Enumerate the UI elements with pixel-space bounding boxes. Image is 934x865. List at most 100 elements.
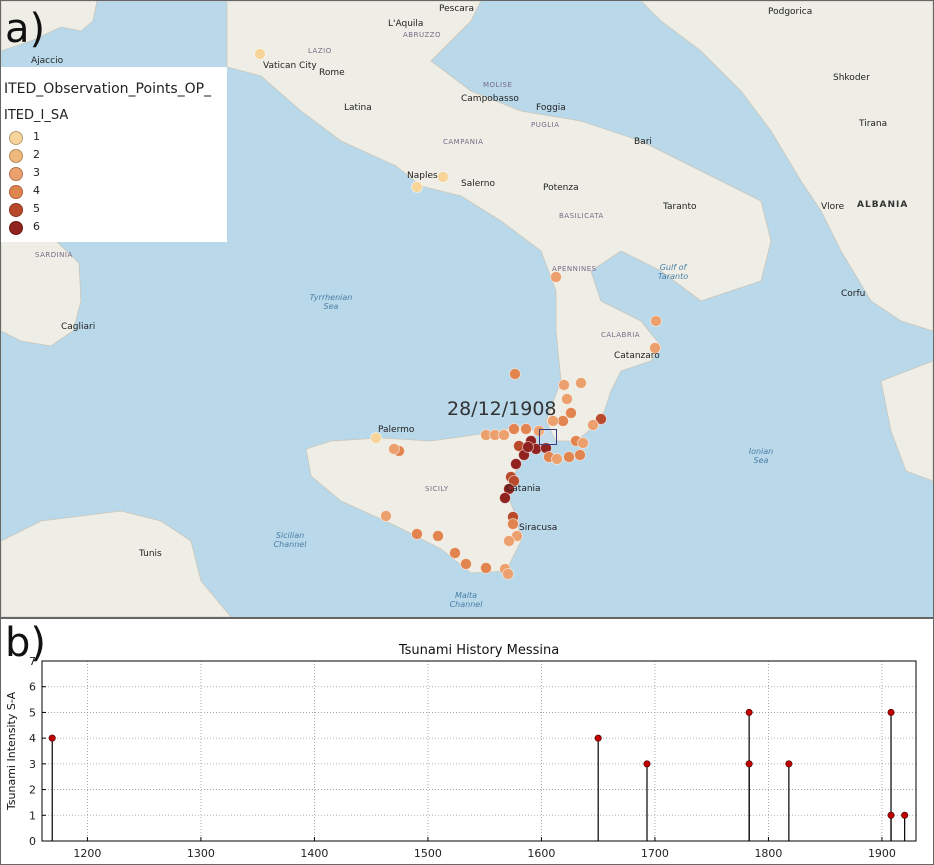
chart-title: Tsunami History Messina	[398, 643, 559, 658]
observation-point[interactable]	[510, 458, 522, 470]
legend-label-1: 1	[33, 130, 40, 143]
legend-label-4: 4	[33, 184, 40, 197]
label-laquila: L'Aquila	[388, 19, 424, 29]
y-tick-label: 1	[29, 809, 36, 822]
observation-point[interactable]	[507, 518, 519, 530]
label-calabria: CALABRIA	[601, 331, 641, 339]
observation-point[interactable]	[411, 181, 423, 193]
observation-point[interactable]	[498, 429, 510, 441]
observation-point[interactable]	[380, 510, 392, 522]
legend-swatch-1	[9, 131, 23, 145]
label-salerno: Salerno	[461, 179, 496, 189]
label-podgorica: Podgorica	[768, 7, 813, 17]
plot-frame	[41, 660, 917, 842]
stem-marker	[887, 811, 895, 819]
panel-b-label: b)	[5, 620, 46, 666]
x-tick-label: 1200	[73, 847, 101, 860]
land-greece	[880, 360, 933, 482]
stem-marker	[745, 708, 753, 716]
legend-label-3: 3	[33, 166, 40, 179]
observation-point[interactable]	[499, 492, 511, 504]
legend-swatch-3	[9, 167, 23, 181]
stem-marker	[643, 760, 651, 768]
legend-label-2: 2	[33, 148, 40, 161]
label-molise: MOLISE	[483, 81, 513, 89]
event-date-label: 28/12/1908	[447, 398, 557, 420]
label-malta-channel: Malta Channel	[449, 591, 483, 609]
y-tick-label: 5	[29, 706, 36, 719]
legend-swatch-2	[9, 149, 23, 163]
y-axis-label: Tsunami Intensity S-A	[5, 691, 18, 811]
label-abruzzo: ABRUZZO	[403, 31, 442, 39]
observation-point[interactable]	[437, 171, 449, 183]
legend-label-5: 5	[33, 202, 40, 215]
panel-a-label: a)	[5, 6, 46, 52]
label-naples: Naples	[407, 171, 438, 181]
stem-marker	[901, 811, 909, 819]
epicenter-marker[interactable]	[539, 429, 557, 445]
observation-point[interactable]	[503, 535, 515, 547]
label-gulf-taranto: Gulf of Taranto	[657, 263, 689, 281]
legend-label-6: 6	[33, 220, 40, 233]
map-panel[interactable]: Vatican City Rome Latina Naples Salerno …	[0, 0, 934, 618]
label-sardinia: SARDINIA	[35, 251, 73, 259]
observation-point[interactable]	[563, 451, 575, 463]
observation-point[interactable]	[561, 393, 573, 405]
x-tick-label: 1500	[414, 847, 442, 860]
label-siracusa: Siracusa	[519, 523, 558, 533]
y-tick-label: 0	[29, 835, 36, 848]
label-albania: ALBANIA	[857, 200, 909, 210]
observation-point[interactable]	[577, 437, 589, 449]
y-tick-label: 4	[29, 732, 36, 745]
observation-point[interactable]	[574, 449, 586, 461]
observation-point[interactable]	[480, 562, 492, 574]
observation-point[interactable]	[449, 547, 461, 559]
observation-point[interactable]	[650, 315, 662, 327]
label-corfu: Corfu	[841, 289, 866, 299]
label-ionian: Ionian Sea	[748, 447, 774, 465]
observation-point[interactable]	[520, 423, 532, 435]
observation-point[interactable]	[502, 568, 514, 580]
observation-point[interactable]	[509, 368, 521, 380]
label-ajaccio: Ajaccio	[31, 56, 64, 66]
label-campania: CAMPANIA	[443, 138, 484, 146]
label-palermo: Palermo	[378, 425, 415, 435]
label-vatican: Vatican City	[263, 61, 317, 71]
stem-chart: 1200 1300 1400 1500 1600 1700 1800 190001234567…	[5, 643, 917, 860]
label-latina: Latina	[344, 103, 372, 113]
observation-point[interactable]	[557, 415, 569, 427]
observation-point[interactable]	[432, 530, 444, 542]
observation-point[interactable]	[575, 377, 587, 389]
label-shkoder: Shkoder	[833, 73, 870, 83]
stem-marker	[745, 760, 753, 768]
observation-point[interactable]	[558, 379, 570, 391]
y-tick-label: 2	[29, 784, 36, 797]
chart-panel: 1200 1300 1400 1500 1600 1700 1800 1900 0 1 2 3 4 5 6 7…	[0, 618, 934, 865]
legend-swatch-5	[9, 203, 23, 217]
label-apennines: APENNINES	[552, 265, 597, 273]
legend-swatch-4	[9, 185, 23, 199]
observation-point[interactable]	[508, 423, 520, 435]
y-tick-label: 6	[29, 681, 36, 694]
label-tirana: Tirana	[859, 119, 888, 129]
label-taranto: Taranto	[663, 202, 697, 212]
x-tick-label: 1800	[754, 847, 782, 860]
label-catanzaro: Catanzaro	[614, 351, 660, 361]
observation-point[interactable]	[411, 528, 423, 540]
legend-swatch-6	[9, 221, 23, 235]
observation-point[interactable]	[550, 271, 562, 283]
label-tunis: Tunis	[139, 549, 162, 559]
y-tick-label: 3	[29, 758, 36, 771]
observation-point[interactable]	[522, 441, 534, 453]
stem-marker	[785, 760, 793, 768]
x-tick-label: 1400	[300, 847, 328, 860]
label-campobasso: Campobasso	[461, 94, 519, 104]
observation-point[interactable]	[254, 48, 266, 60]
observation-point[interactable]	[460, 558, 472, 570]
label-potenza: Potenza	[543, 183, 579, 193]
observation-point[interactable]	[388, 443, 400, 455]
observation-point[interactable]	[587, 419, 599, 431]
label-tyrrhenian: Tyrrhenian Sea	[309, 293, 353, 311]
observation-point[interactable]	[551, 453, 563, 465]
label-sicily: SICILY	[425, 485, 449, 493]
